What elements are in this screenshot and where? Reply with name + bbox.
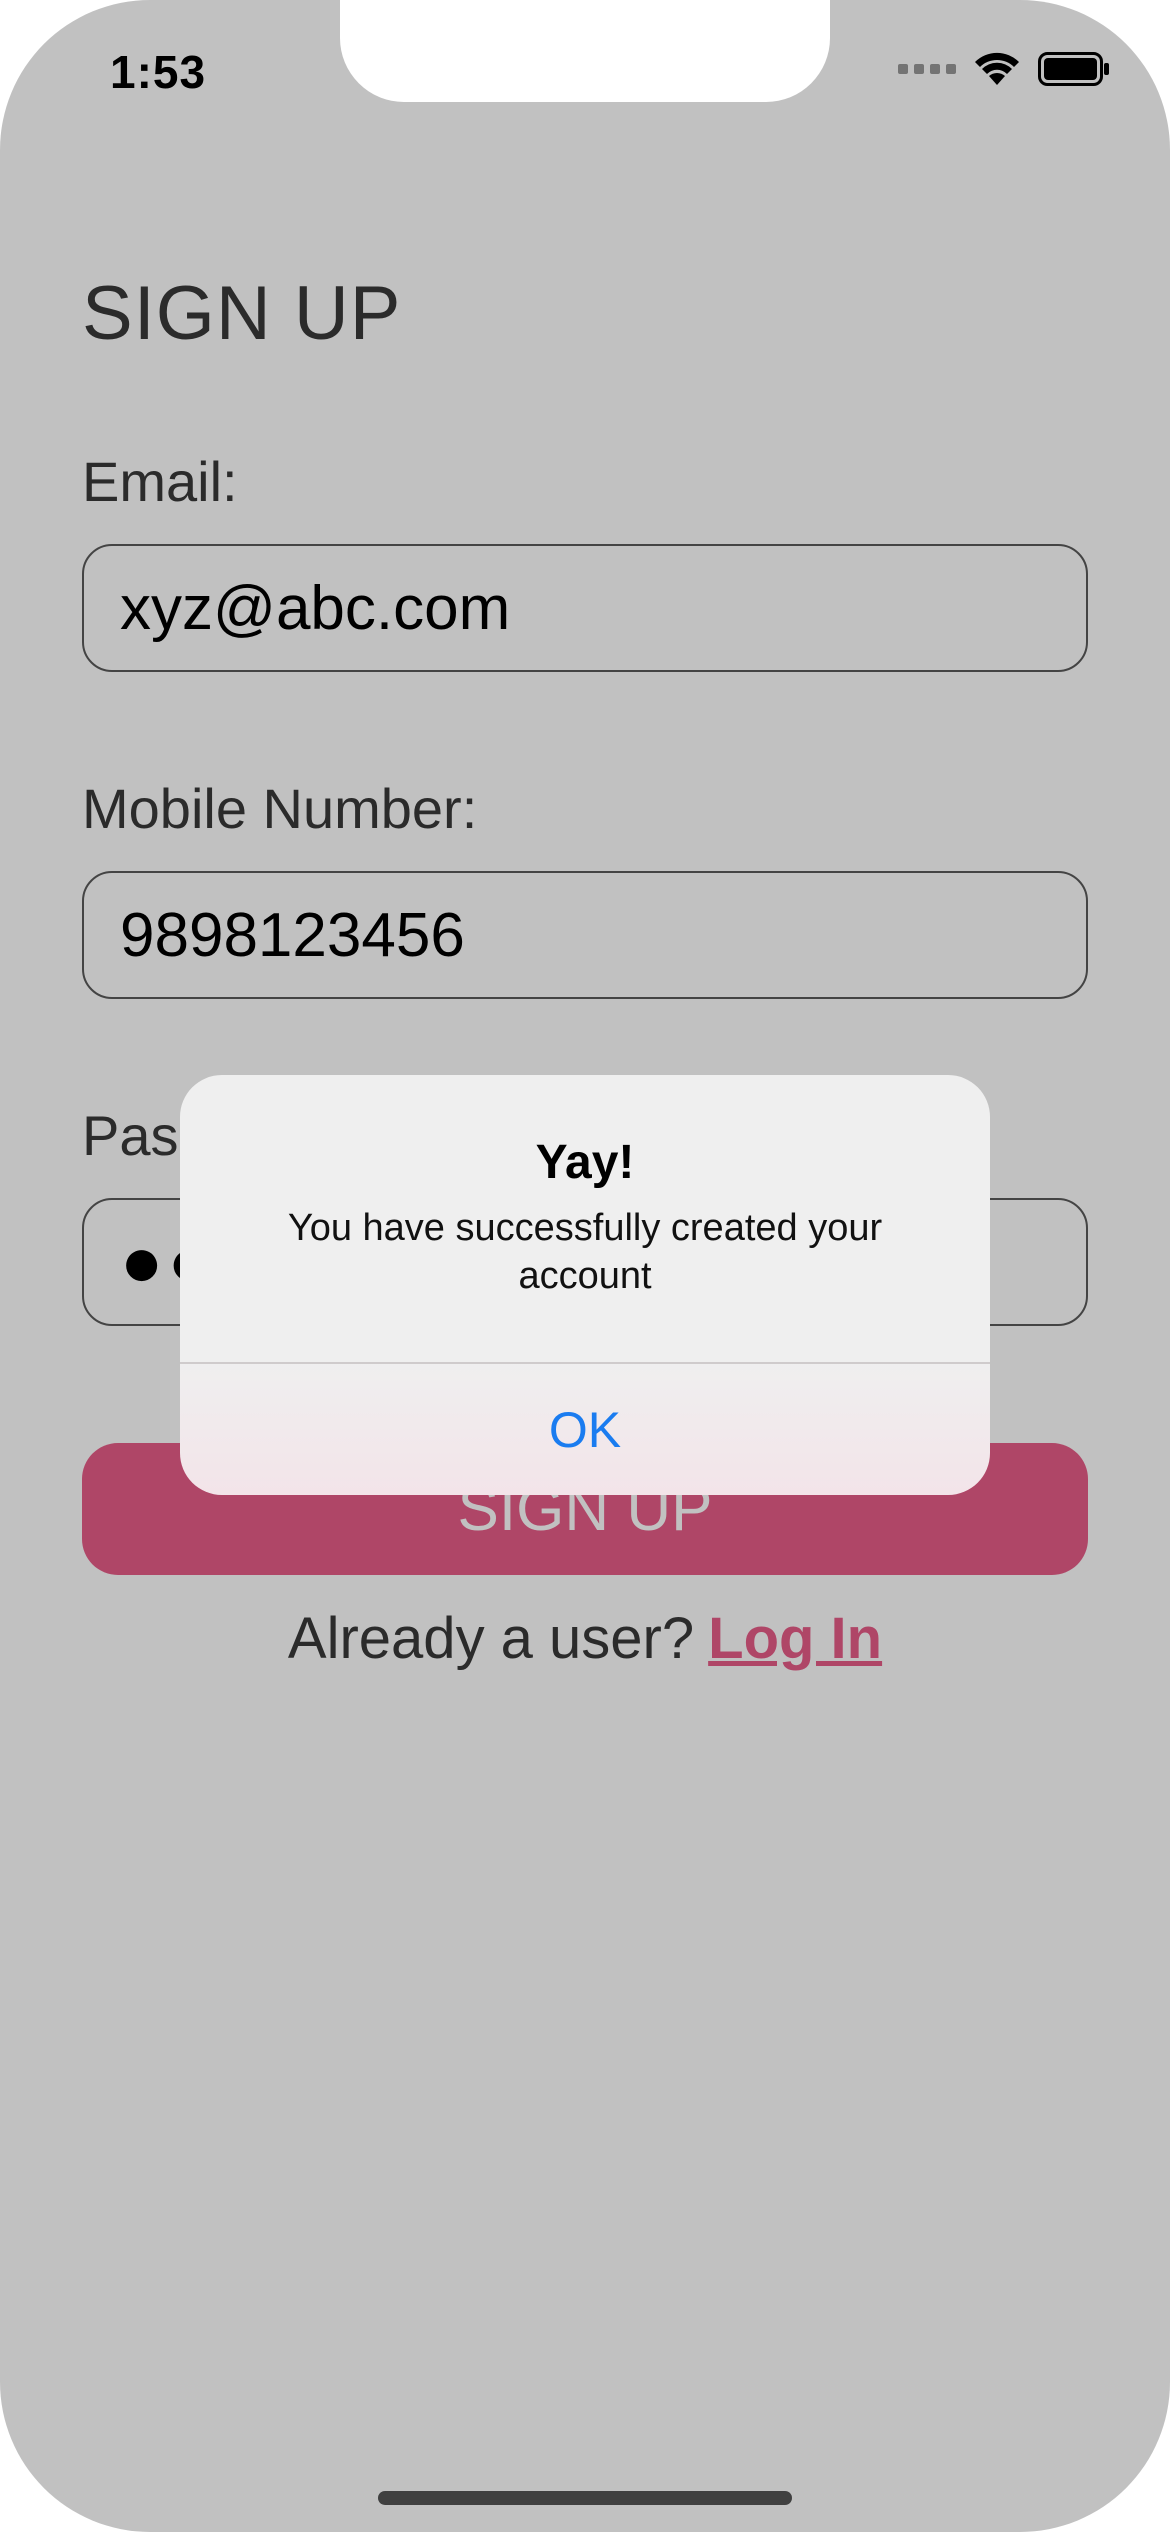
alert-ok-button[interactable]: OK	[180, 1364, 990, 1495]
device-notch-overlay	[340, 0, 830, 102]
alert-title: Yay!	[535, 1136, 635, 1189]
alert-message: You have successfully created your accou…	[287, 1207, 883, 1297]
success-alert: Yay! You have successfully created your …	[180, 1075, 990, 1495]
phone-screen: 1:53 SIGN UP Email: xyz@abc.com Mobile N…	[0, 0, 1170, 2532]
